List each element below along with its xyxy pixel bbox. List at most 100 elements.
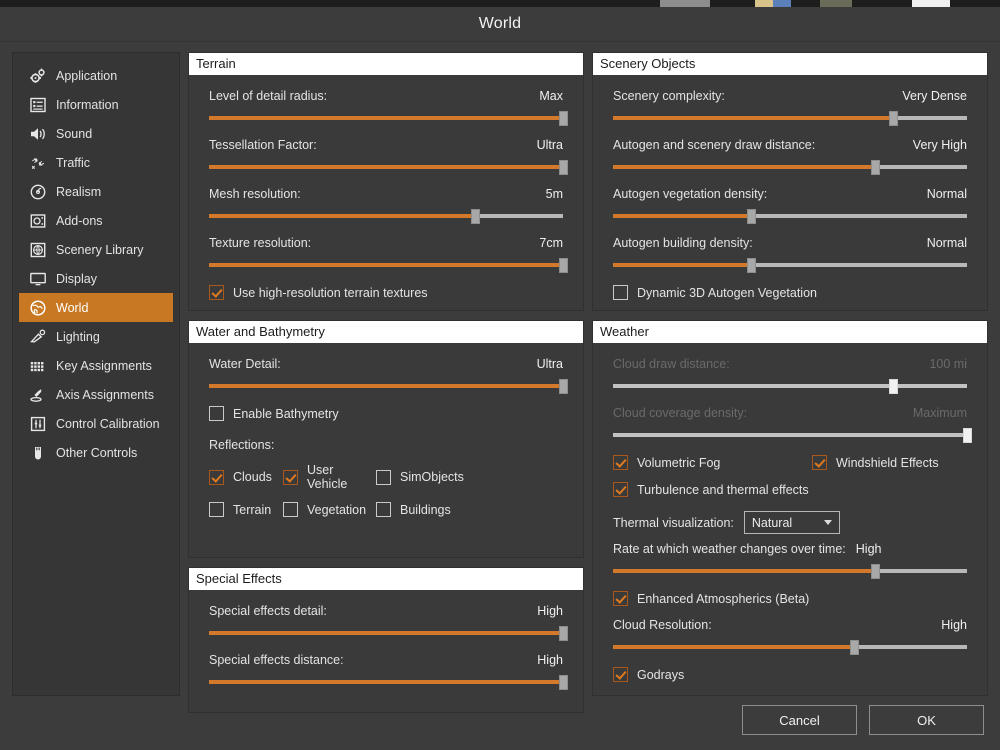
setting-cloud-coverage-density: Cloud coverage density: Maximum — [613, 406, 967, 442]
sidebar-item-label: Application — [56, 69, 117, 83]
setting-autogen-vegetation-density: Autogen vegetation density: Normal — [613, 187, 967, 223]
sidebar-item-sound[interactable]: Sound — [19, 119, 173, 148]
slider-cloud-resolution[interactable] — [613, 640, 967, 654]
setting-value: 7cm — [539, 236, 563, 250]
checkbox-reflect-clouds[interactable]: Clouds — [209, 470, 283, 485]
right-settings-column: Scenery Objects Scenery complexity: Very… — [592, 52, 988, 696]
slider-fill — [209, 680, 563, 684]
slider-thumb[interactable] — [471, 209, 480, 224]
slider-autogen-building-density[interactable] — [613, 258, 967, 272]
checkbox-enhanced-atmospherics-beta[interactable]: Enhanced Atmospherics (Beta) — [613, 591, 967, 606]
sidebar-item-label: Sound — [56, 127, 92, 141]
panel-water-and-bathymetry: Water and Bathymetry Water Detail: Ultra — [188, 320, 584, 558]
slider-autogen-scenery-draw-distance[interactable] — [613, 160, 967, 174]
slider-water-detail[interactable] — [209, 379, 563, 393]
checkbox-reflect-user-vehicle[interactable]: User Vehicle — [283, 463, 376, 491]
sidebar-item-traffic[interactable]: Traffic — [19, 148, 173, 177]
sidebar-item-realism[interactable]: Realism — [19, 177, 173, 206]
sidebar-item-information[interactable]: Information — [19, 90, 173, 119]
checkbox-box — [613, 591, 628, 606]
checkbox-turbulence-and-thermal-effects[interactable]: Turbulence and thermal effects — [613, 482, 812, 497]
checkbox-windshield-effects[interactable]: Windshield Effects — [812, 455, 939, 470]
slider-tessellation-factor[interactable] — [209, 160, 563, 174]
setting-label: Rate at which weather changes over time: — [613, 542, 846, 556]
panel-body: Level of detail radius: Max Tessellation… — [189, 75, 583, 310]
joystick-icon — [29, 386, 47, 404]
checkbox-box — [613, 285, 628, 300]
slider-thumb[interactable] — [889, 111, 898, 126]
checkbox-reflect-terrain[interactable]: Terrain — [209, 502, 283, 517]
checkbox-reflect-simobjects[interactable]: SimObjects — [376, 470, 464, 485]
setting-value: Very Dense — [902, 89, 967, 103]
sidebar-item-application[interactable]: Application — [19, 61, 173, 90]
checkbox-label: Use high-resolution terrain textures — [233, 286, 428, 300]
slider-autogen-vegetation-density[interactable] — [613, 209, 967, 223]
thermal-visualization-dropdown[interactable]: Natural — [744, 511, 840, 534]
slider-thumb[interactable] — [871, 564, 880, 579]
sidebar-item-lighting[interactable]: Lighting — [19, 322, 173, 351]
checkbox-enable-bathymetry[interactable]: Enable Bathymetry — [209, 406, 563, 421]
slider-thumb[interactable] — [747, 209, 756, 224]
setting-label: Special effects detail: — [209, 604, 327, 618]
cancel-button[interactable]: Cancel — [742, 705, 857, 735]
slider-thumb[interactable] — [559, 626, 568, 641]
checkbox-reflect-vegetation[interactable]: Vegetation — [283, 502, 376, 517]
checkbox-reflect-buildings[interactable]: Buildings — [376, 502, 451, 517]
setting-special-effects-detail: Special effects detail: High — [209, 604, 563, 640]
sidebar-item-key-assignments[interactable]: Key Assignments — [19, 351, 173, 380]
checkbox-box — [613, 482, 628, 497]
checkbox-godrays[interactable]: Godrays — [613, 667, 967, 682]
checkbox-volumetric-fog[interactable]: Volumetric Fog — [613, 455, 812, 470]
slider-fill — [613, 116, 893, 120]
setting-value: Normal — [927, 187, 967, 201]
slider-thumb[interactable] — [850, 640, 859, 655]
slider-thumb[interactable] — [559, 160, 568, 175]
setting-cloud-draw-distance: Cloud draw distance: 100 mi — [613, 357, 967, 393]
sidebar-item-axis-assignments[interactable]: Axis Assignments — [19, 380, 173, 409]
setting-label: Special effects distance: — [209, 653, 344, 667]
setting-value: Very High — [913, 138, 967, 152]
slider-thumb — [963, 428, 972, 443]
checkbox-box — [209, 285, 224, 300]
setting-water-detail: Water Detail: Ultra — [209, 357, 563, 393]
slider-thumb[interactable] — [559, 258, 568, 273]
sidebar-item-other-controls[interactable]: Other Controls — [19, 438, 173, 467]
slider-mesh-resolution[interactable] — [209, 209, 563, 223]
checkbox-box — [613, 667, 628, 682]
checkbox-label: Terrain — [233, 503, 271, 517]
slider-thumb[interactable] — [871, 160, 880, 175]
addon-box-icon — [29, 212, 47, 230]
sidebar-item-scenery-library[interactable]: Scenery Library — [19, 235, 173, 264]
sidebar-item-label: Control Calibration — [56, 417, 160, 431]
slider-special-effects-detail[interactable] — [209, 626, 563, 640]
sidebar-item-world[interactable]: World — [19, 293, 173, 322]
slider-special-effects-distance[interactable] — [209, 675, 563, 689]
slider-thumb[interactable] — [559, 675, 568, 690]
slider-track — [613, 433, 967, 437]
slider-thumb[interactable] — [559, 379, 568, 394]
dialog-titlebar: World — [0, 7, 1000, 42]
slider-cloud-coverage-density — [613, 428, 967, 442]
panel-title: Weather — [593, 321, 987, 343]
panel-title: Water and Bathymetry — [189, 321, 583, 343]
checkbox-use-high-resolution-terrain-textures[interactable]: Use high-resolution terrain textures — [209, 285, 563, 300]
sidebar-item-control-calibration[interactable]: Control Calibration — [19, 409, 173, 438]
panel-body: Water Detail: Ultra Enable Bathymetry — [189, 343, 583, 557]
sidebar-item-display[interactable]: Display — [19, 264, 173, 293]
slider-thumb[interactable] — [559, 111, 568, 126]
sidebar-item-label: World — [56, 301, 88, 315]
dialog-footer: Cancel OK — [0, 696, 1000, 750]
slider-level-of-detail-radius[interactable] — [209, 111, 563, 125]
slider-weather-change-rate[interactable] — [613, 564, 967, 578]
ok-button[interactable]: OK — [869, 705, 984, 735]
slider-fill — [613, 263, 751, 267]
panel-scenery-objects: Scenery Objects Scenery complexity: Very… — [592, 52, 988, 311]
setting-level-of-detail-radius: Level of detail radius: Max — [209, 89, 563, 125]
slider-scenery-complexity[interactable] — [613, 111, 967, 125]
setting-value: Ultra — [537, 357, 563, 371]
checkbox-dynamic-3d-autogen-vegetation[interactable]: Dynamic 3D Autogen Vegetation — [613, 285, 967, 300]
slider-thumb[interactable] — [747, 258, 756, 273]
sidebar-item-add-ons[interactable]: Add-ons — [19, 206, 173, 235]
checkbox-label: Windshield Effects — [836, 456, 939, 470]
slider-texture-resolution[interactable] — [209, 258, 563, 272]
